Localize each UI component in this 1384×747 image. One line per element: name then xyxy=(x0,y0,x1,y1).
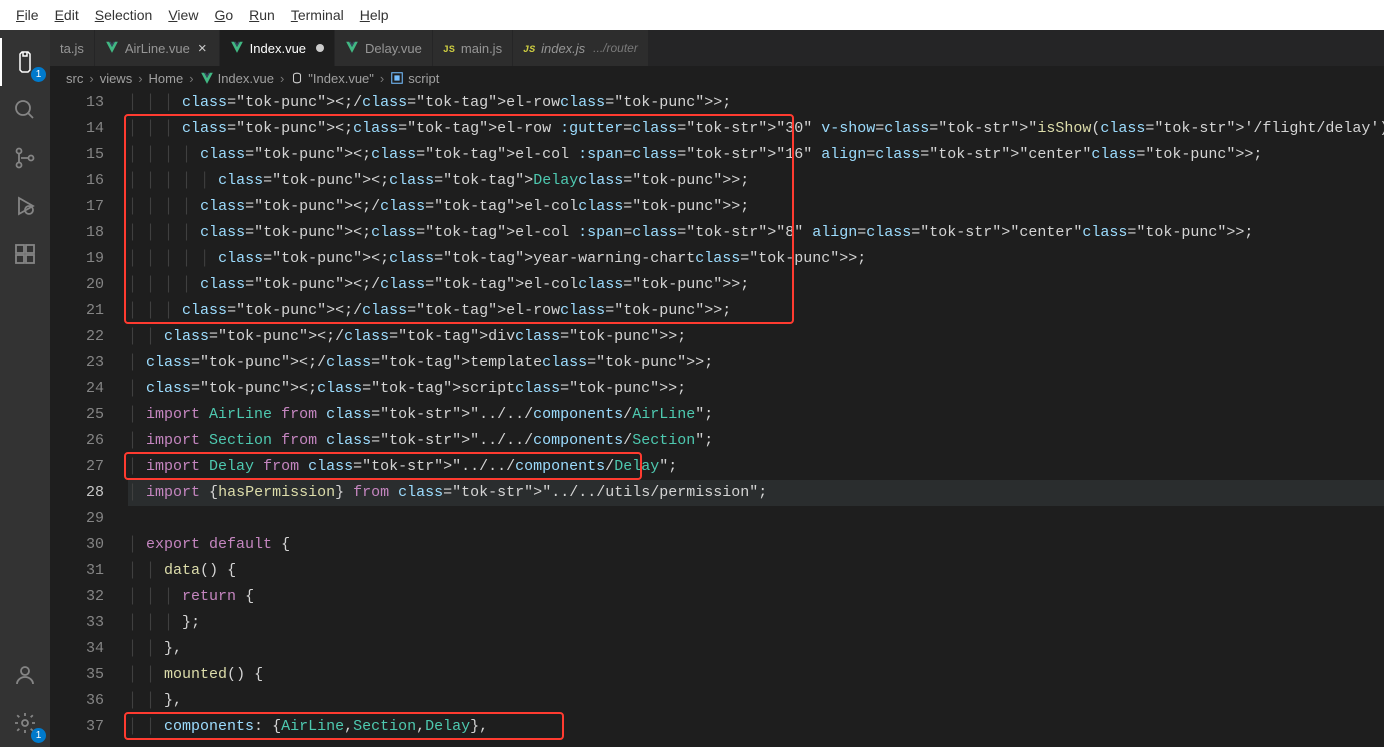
breadcrumb-segment[interactable]: "Index.vue" xyxy=(290,71,374,86)
menu-edit[interactable]: Edit xyxy=(47,3,87,27)
breadcrumb-segment[interactable]: script xyxy=(390,71,439,86)
settings-badge: 1 xyxy=(31,728,46,743)
menu-help[interactable]: Help xyxy=(352,3,397,27)
breadcrumb-segment[interactable]: src xyxy=(66,71,83,86)
search-icon[interactable] xyxy=(0,86,50,134)
tab-bar: ta.jsAirLine.vue×Index.vueDelay.vueJSmai… xyxy=(50,30,1384,66)
menu-file[interactable]: File xyxy=(8,3,47,27)
code-content[interactable]: │ │ │ class="tok-punc"><;/class="tok-tag… xyxy=(128,90,1384,747)
editor[interactable]: 1314151617181920212223242526272829303132… xyxy=(50,90,1384,747)
breadcrumb-segment[interactable]: Home xyxy=(149,71,184,86)
tab-delay-vue[interactable]: Delay.vue xyxy=(335,30,433,66)
menu-go[interactable]: Go xyxy=(206,3,241,27)
breadcrumb-segment[interactable]: Index.vue xyxy=(200,71,274,86)
settings-icon[interactable]: 1 xyxy=(0,699,50,747)
debug-icon[interactable] xyxy=(0,182,50,230)
activity-bar: 1 1 xyxy=(0,30,50,747)
menu-selection[interactable]: Selection xyxy=(87,3,161,27)
tab-main-js[interactable]: JSmain.js xyxy=(433,30,513,66)
tab-close-icon[interactable]: × xyxy=(196,40,209,57)
tab-ta-js[interactable]: ta.js xyxy=(50,30,95,66)
line-gutter: 1314151617181920212223242526272829303132… xyxy=(50,90,128,747)
account-icon[interactable] xyxy=(0,651,50,699)
breadcrumb-segment[interactable]: views xyxy=(100,71,133,86)
menu-run[interactable]: Run xyxy=(241,3,283,27)
menu-terminal[interactable]: Terminal xyxy=(283,3,352,27)
extensions-icon[interactable] xyxy=(0,230,50,278)
tab-modified-icon xyxy=(316,44,324,52)
tab-index-vue[interactable]: Index.vue xyxy=(220,30,335,66)
breadcrumbs[interactable]: src›views›Home›Index.vue›"Index.vue"›scr… xyxy=(50,66,1384,90)
tab-airline-vue[interactable]: AirLine.vue× xyxy=(95,30,220,66)
explorer-icon[interactable]: 1 xyxy=(0,38,50,86)
tab-index-js[interactable]: JSindex.js.../router xyxy=(513,30,649,66)
source-control-icon[interactable] xyxy=(0,134,50,182)
menu-view[interactable]: View xyxy=(160,3,206,27)
menubar: FileEditSelectionViewGoRunTerminalHelp xyxy=(0,0,1384,30)
explorer-badge: 1 xyxy=(31,67,46,82)
